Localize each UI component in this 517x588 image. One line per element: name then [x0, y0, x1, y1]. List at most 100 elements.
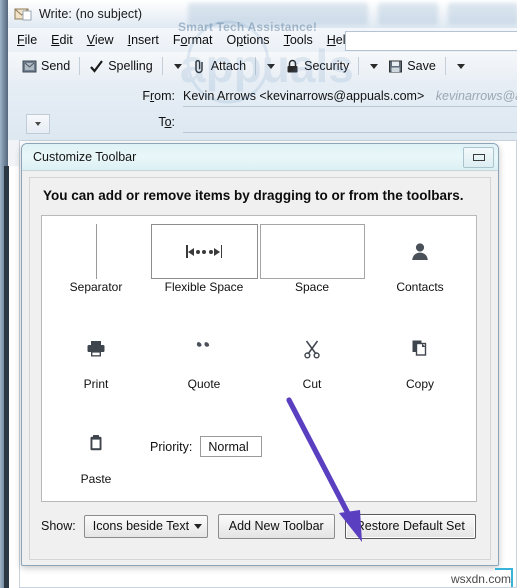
lock-icon — [285, 59, 300, 74]
save-button[interactable]: Save — [384, 55, 440, 77]
dialog-instruction-text: You can add or remove items by dragging … — [43, 188, 464, 203]
dialog-title: Customize Toolbar — [33, 150, 137, 164]
recipient-type-dropdown[interactable] — [26, 114, 50, 134]
menu-tools[interactable]: Tools — [284, 33, 313, 47]
toolbar-divider — [161, 57, 163, 75]
window-title: Write: (no subject) — [39, 7, 143, 21]
palette-item-label: Quote — [187, 377, 221, 391]
attach-button[interactable]: Attach — [188, 55, 250, 77]
titlebar-ghost-overlay — [448, 3, 517, 25]
watermark-corner-accent — [495, 568, 513, 587]
contacts-person-icon — [409, 224, 431, 279]
palette-item-label: Contacts — [396, 280, 444, 294]
dialog-minimize-button[interactable] — [463, 147, 494, 168]
palette-item-label: Copy — [405, 377, 434, 391]
attach-dropdown-arrow[interactable] — [267, 63, 276, 69]
menu-edit[interactable]: Edit — [51, 33, 73, 47]
show-label: Show: — [41, 519, 76, 533]
from-field-row: From: Kevin Arrows <kevinarrows@appuals.… — [8, 84, 517, 108]
palette-item-cut[interactable]: Cut — [258, 313, 366, 408]
palette-item-paste[interactable]: Paste — [42, 408, 150, 503]
toolbar-divider — [79, 57, 81, 75]
security-button[interactable]: Security — [281, 55, 353, 77]
palette-item-separator[interactable]: Separator — [42, 216, 150, 311]
from-label: From: — [142, 89, 175, 103]
attach-label: Attach — [210, 59, 247, 73]
floppy-disk-icon — [388, 59, 403, 74]
spelling-button[interactable]: Spelling — [85, 55, 156, 77]
flexible-space-icon — [150, 224, 258, 279]
from-value[interactable]: Kevin Arrows <kevinarrows@appuals.com> k… — [183, 86, 517, 107]
send-icon — [22, 59, 37, 74]
spelling-label: Spelling — [108, 59, 153, 73]
palette-item-label: Separator — [69, 280, 123, 294]
send-label: Send — [41, 59, 71, 73]
palette-item-print[interactable]: Print — [42, 313, 150, 408]
toolbar-divider — [358, 57, 360, 75]
show-mode-select[interactable]: Icons beside Text — [83, 514, 208, 538]
spelling-dropdown-arrow[interactable] — [173, 63, 182, 69]
window-titlebar: Write: (no subject) — [8, 0, 517, 28]
copy-pages-icon — [409, 321, 431, 376]
to-field-row: To: — [8, 110, 517, 134]
security-label: Security — [304, 59, 350, 73]
screenshot-root: Write: (no subject) File Edit View Inser… — [0, 0, 517, 588]
priority-select[interactable]: Normal — [200, 436, 263, 457]
toolbar-item-palette[interactable]: Separator Flexible Space Space Contacts … — [41, 215, 477, 502]
security-dropdown-arrow[interactable] — [370, 63, 379, 69]
to-input[interactable] — [183, 112, 517, 133]
checkmark-icon — [89, 59, 104, 74]
menu-format[interactable]: Format — [173, 33, 213, 47]
quote-marks-icon — [193, 321, 215, 376]
save-dropdown-arrow[interactable] — [456, 63, 465, 69]
menu-file[interactable]: File — [17, 33, 37, 47]
palette-row: Print Quote Cut Copy — [42, 313, 476, 408]
dialog-footer: Show: Icons beside Text Add New Toolbar … — [41, 511, 477, 541]
toolbar-divider — [255, 57, 257, 75]
menu-view[interactable]: View — [87, 33, 114, 47]
save-label: Save — [407, 59, 436, 73]
palette-item-contacts[interactable]: Contacts — [366, 216, 474, 311]
from-address: Kevin Arrows <kevinarrows@appuals.com> — [183, 88, 425, 103]
from-ghost-hint: kevinarrows@appuals.com — [435, 88, 517, 103]
scissors-icon — [301, 321, 323, 376]
palette-item-copy[interactable]: Copy — [366, 313, 474, 408]
window-left-inner — [9, 166, 19, 588]
menubar-search-box[interactable] — [345, 31, 517, 51]
palette-item-label: Paste — [80, 472, 112, 486]
palette-item-priority[interactable]: Priority: Normal — [150, 436, 263, 457]
printer-icon — [85, 321, 107, 376]
separator-line — [95, 224, 97, 279]
priority-value: Normal — [208, 439, 249, 454]
chevron-down-icon — [193, 523, 202, 529]
chevron-down-icon — [35, 122, 41, 126]
palette-item-label: Space — [294, 280, 330, 294]
palette-item-label: Flexible Space — [164, 280, 244, 294]
space-icon — [259, 224, 365, 279]
titlebar-ghost-overlay — [188, 3, 368, 25]
restore-default-set-button[interactable]: Restore Default Set — [344, 513, 476, 539]
clipboard-paste-icon — [86, 416, 106, 471]
send-button[interactable]: Send — [18, 55, 74, 77]
titlebar-ghost-overlay — [378, 3, 438, 25]
palette-row: Paste Priority: Normal — [42, 408, 476, 503]
add-new-toolbar-button[interactable]: Add New Toolbar — [217, 513, 335, 539]
customize-toolbar-dialog: Customize Toolbar You can add or remove … — [21, 143, 499, 566]
menu-insert[interactable]: Insert — [128, 33, 159, 47]
menu-bar: File Edit View Insert Format Options Too… — [8, 28, 517, 52]
menu-options[interactable]: Options — [226, 33, 269, 47]
separator-icon — [95, 224, 97, 279]
compose-header-fields: From: Kevin Arrows <kevinarrows@appuals.… — [8, 80, 517, 140]
palette-item-quote[interactable]: Quote — [150, 313, 258, 408]
envelope-icon — [14, 6, 32, 22]
minimize-icon — [472, 154, 485, 161]
double-arrow-dots-icon — [186, 245, 222, 258]
palette-item-flexible-space[interactable]: Flexible Space — [150, 216, 258, 311]
paperclip-icon — [192, 59, 207, 74]
palette-item-label: Cut — [302, 377, 322, 391]
flexible-space-box — [150, 224, 258, 279]
toolbar-divider — [444, 57, 446, 75]
palette-item-space[interactable]: Space — [258, 216, 366, 311]
space-box — [259, 224, 365, 279]
main-toolbar: Send Spelling Attach Security Save — [8, 52, 517, 80]
